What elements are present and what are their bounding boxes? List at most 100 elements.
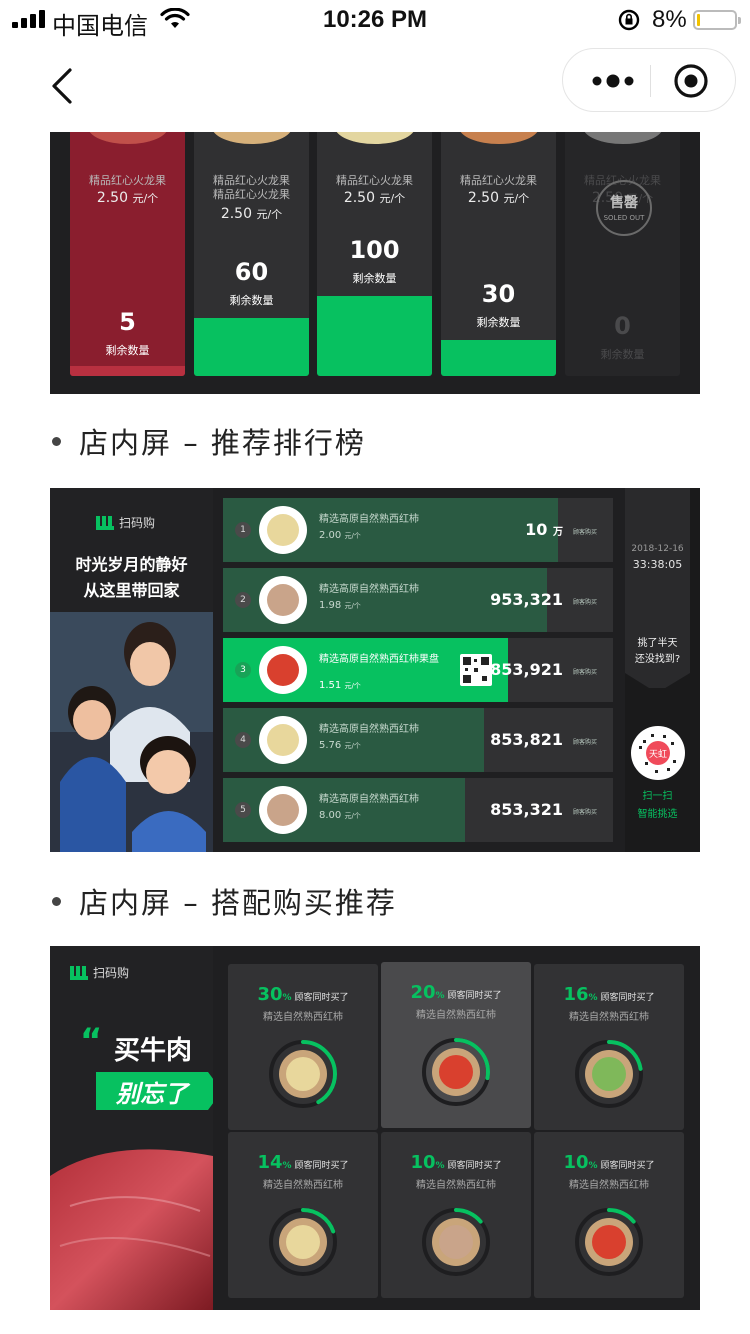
product-price: 2.50 元/个 [343,190,406,206]
section-title-text: 店内屏 – 搭配购买推荐 [79,886,397,920]
quantity-label: 剩余数量 [229,294,274,307]
ranking-row: 2 精选高原自然熟西红柿 1.98 元/个 953,321 顾客购买 [223,568,613,632]
product-price: 8.00 元/个 [319,810,361,821]
purchase-label: 顾客购买 [572,599,597,606]
section-title-pairing: 店内屏 – 搭配购买推荐 [52,880,397,922]
product-price: 1.98 元/个 [319,600,361,611]
product-price: 2.50 元/个 [96,190,159,206]
logo-text: 扫码购 [93,966,130,980]
quantity-value: 30 [481,280,516,308]
pairing-percent: 10% 顾客同时买了 [563,1152,655,1173]
rotation-lock-icon [617,8,641,37]
product-name: 精选自然熟西红柿 [263,1012,343,1023]
pairing-percent: 10% 顾客同时买了 [410,1152,502,1173]
product-name: 精选高原自然熟西红柿 [319,514,419,525]
target-circle-icon [674,64,708,98]
battery-icon [693,10,741,30]
section-title-ranking: 店内屏 – 推荐排行榜 [52,420,366,462]
scan-line-2: 智能挑选 [637,809,678,820]
pairing-percent: 20% 顾客同时买了 [410,982,502,1003]
product-name: 精选高原自然熟西红柿 [319,724,419,735]
beef-promo-column: 扫码购 “ 买牛肉 别忘了 [50,946,213,1310]
stock-screen-image: 精品红心火龙果 2.50 元/个 5 剩余数量 精品红心火龙果 精品红心火龙果 2.50 元… [50,132,700,394]
product-name: 精品红心火龙果 [460,174,537,187]
scan-buy-logo: 扫码购 [96,514,155,531]
product-thumbnail [259,786,307,834]
capsule-divider [650,65,651,97]
mini-program-capsule [562,48,736,112]
product-name: 精选高原自然熟西红柿 [319,584,419,595]
quantity-value: 5 [119,308,136,336]
ranking-row: 4 精选高原自然熟西红柿 5.76 元/个 853,821 顾客购买 [223,708,613,772]
scan-buy-logo: 扫码购 [70,964,129,981]
more-dots-icon [592,74,634,88]
bullet-icon [52,436,61,446]
quote-mark: “ [80,1021,103,1061]
status-bar: 中国电信 10:26 PM 8% [0,0,750,40]
product-name: 精选自然熟西红柿 [569,1180,649,1191]
ranking-screen-image: 扫码购 时光岁月的静好 从这里带回家 1 精选高原自然熟西红柿 2.00 元/个 10… [50,488,700,852]
ranking-row: 3 精选高原自然熟西红柿果盘 1.51 元/个 853,921 顾客购买 [223,638,613,702]
children-photo [50,612,213,852]
quantity-label: 剩余数量 [600,348,645,361]
pairing-card: 14% 顾客同时买了 精选自然熟西红柿 [228,1132,378,1298]
quantity-label: 剩余数量 [476,316,521,329]
progress-ring [422,1038,490,1106]
product-name: 精品红心火龙果 [336,174,413,187]
progress-ring [269,1208,337,1276]
battery-percent: 8% [652,6,687,33]
more-button[interactable] [589,71,639,91]
purchase-label: 顾客购买 [572,669,597,676]
back-button[interactable] [44,62,84,112]
product-price: 2.50 元/个 [467,190,530,206]
mini-code-label: 天虹 [649,749,667,760]
sold-out-badge: 售罄 SOLED OUT [596,180,652,236]
purchase-label: 顾客购买 [572,529,597,536]
quantity-value: 60 [234,258,269,286]
product-price: 1.51 元/个 [319,680,361,691]
rank-number: 4 [235,732,251,748]
quantity-label: 剩余数量 [352,272,397,285]
product-thumbnail [259,716,307,764]
product-image [459,132,539,144]
scan-line-1: 扫一扫 [642,791,673,802]
product-price: 2.00 元/个 [319,530,361,541]
pairing-card: 20% 顾客同时买了精选自然熟西红柿 [381,962,531,1128]
pairing-card: 10% 顾客同时买了 精选自然熟西红柿 [381,1132,531,1298]
product-name: 精选自然熟西红柿 [416,1010,496,1021]
qr-code-icon [460,654,492,686]
promo-column: 扫码购 时光岁月的静好 从这里带回家 [50,488,213,852]
progress-ring [575,1208,643,1276]
pairing-percent: 14% 顾客同时买了 [257,1152,349,1173]
product-name: 精品红心火龙果 [89,174,166,187]
close-mini-program-button[interactable] [673,63,709,103]
pairing-screen-image: 扫码购 “ 买牛肉 别忘了 30% 顾客同时买了 精选自然熟西红柿 20% 顾客同时买了… [50,946,700,1310]
product-price: 2.50 元/个 [220,206,283,222]
quantity-bar [441,340,556,376]
stock-column: 精品红心火龙果 2.50 元/个 30 剩余数量 [441,132,556,376]
prompt-line-1: 挑了半天 [637,638,678,649]
rank-number: 5 [235,802,251,818]
product-thumbnail [259,576,307,624]
product-image [335,132,415,144]
clock-text: 33:38:05 [632,558,683,571]
purchase-label: 顾客购买 [572,809,597,816]
logo-text: 扫码购 [119,516,156,530]
product-price: 5.76 元/个 [319,740,361,751]
logo-mark-icon [70,965,88,980]
purchase-count: 853,821 [490,730,563,749]
ranking-row: 1 精选高原自然熟西红柿 2.00 元/个 10 万 顾客购买 [223,498,613,562]
rank-number: 2 [235,592,251,608]
slogan-line-1: 时光岁月的静好 [75,555,188,574]
section-title-text: 店内屏 – 推荐排行榜 [79,426,366,460]
stock-column: 精品红心火龙果 2.50 元/个 5 剩余数量 [70,132,185,376]
quantity-label: 剩余数量 [105,344,150,357]
stock-column: 精品红心火龙果 精品红心火龙果 2.50 元/个 60 剩余数量 [194,132,309,376]
purchase-label: 顾客购买 [572,739,597,746]
progress-ring [269,1040,337,1108]
rank-number: 3 [235,662,251,678]
stock-column: 精品红心火龙果 2.50 元/个 0 剩余数量 售罄 SOLED OUT [565,132,680,376]
pairing-percent: 30% 顾客同时买了 [257,984,349,1005]
prompt-line-2: 还没找到? [634,654,681,665]
product-thumbnail [259,506,307,554]
